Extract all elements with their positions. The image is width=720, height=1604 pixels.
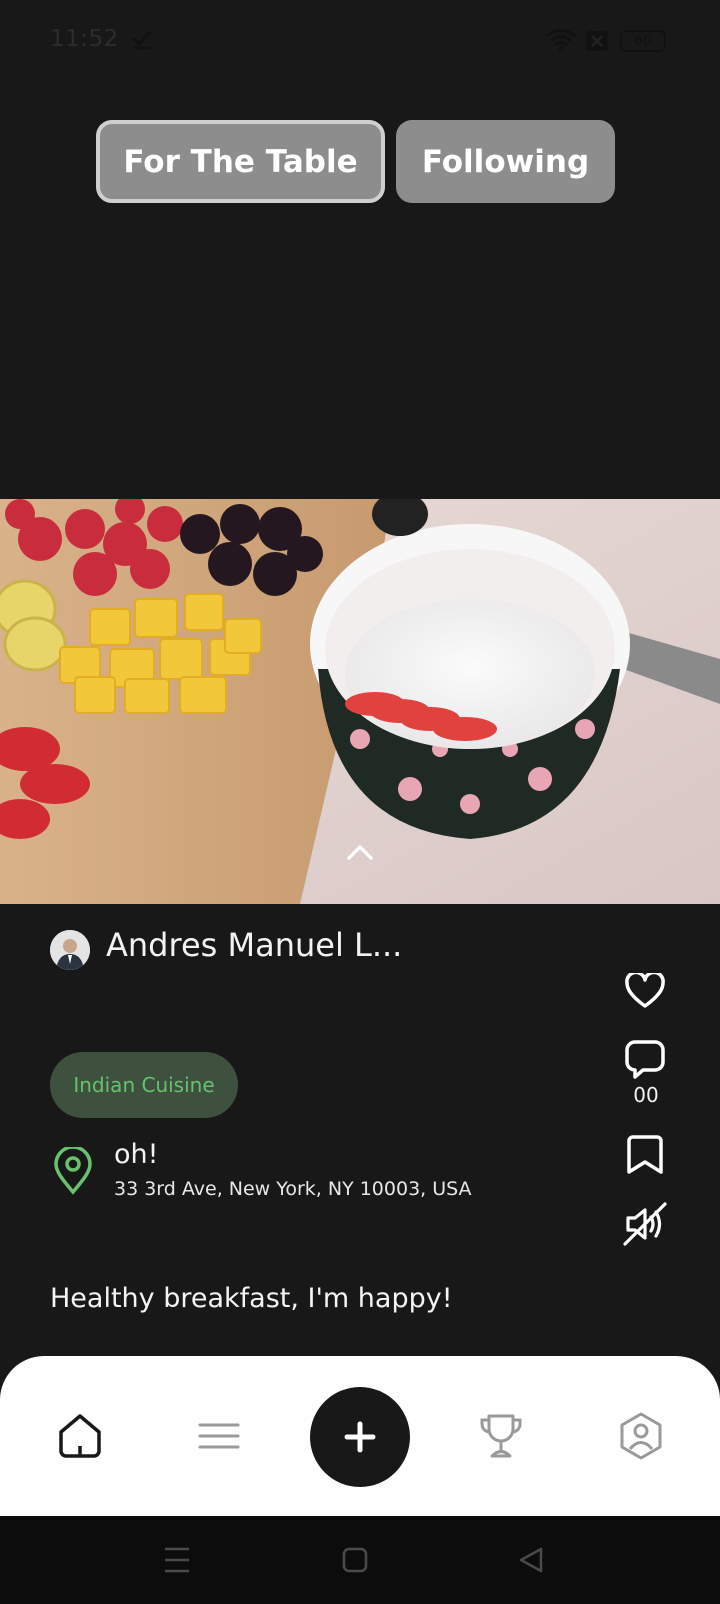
mute-icon[interactable] [622, 1201, 668, 1247]
menu-lines-icon[interactable] [198, 1422, 240, 1450]
comment-icon[interactable] [625, 1040, 665, 1080]
sim-off-icon [586, 31, 608, 51]
comment-count: 00 [633, 1083, 659, 1107]
status-bar: 11:52 60 [0, 0, 720, 84]
wifi-icon [546, 28, 576, 52]
battery-level: 60 [634, 33, 652, 49]
system-nav-bar [0, 1516, 720, 1604]
bookmark-icon[interactable] [627, 1135, 663, 1175]
tab-for-the-table[interactable]: For The Table [96, 120, 385, 203]
status-time: 11:52 [50, 26, 119, 52]
trophy-icon[interactable] [478, 1413, 524, 1459]
recent-apps-icon[interactable] [164, 1546, 190, 1574]
tab-following[interactable]: Following [396, 120, 615, 203]
back-icon[interactable] [518, 1546, 544, 1574]
heart-icon[interactable] [625, 973, 665, 1009]
expand-up-icon[interactable] [345, 842, 375, 862]
location-pin-icon [54, 1147, 92, 1195]
add-post-button[interactable] [310, 1387, 410, 1487]
place-address: 33 3rd Ave, New York, NY 10003, USA [114, 1178, 472, 1200]
check-icon [131, 30, 152, 50]
plus-icon [344, 1421, 376, 1453]
place-name[interactable]: oh! [114, 1139, 158, 1170]
home-icon[interactable] [57, 1413, 103, 1459]
app-screen: 11:52 60 For The Table Following Andres … [0, 0, 720, 1604]
avatar[interactable] [50, 930, 90, 970]
post-caption: Healthy breakfast, I'm happy! [50, 1283, 453, 1314]
home-button-icon[interactable] [342, 1547, 368, 1573]
cuisine-tag[interactable]: Indian Cuisine [50, 1052, 238, 1118]
author-name[interactable]: Andres Manuel L... [106, 926, 402, 964]
battery-icon: 60 [620, 30, 666, 52]
bottom-nav [0, 1356, 720, 1516]
profile-icon[interactable] [619, 1412, 663, 1460]
